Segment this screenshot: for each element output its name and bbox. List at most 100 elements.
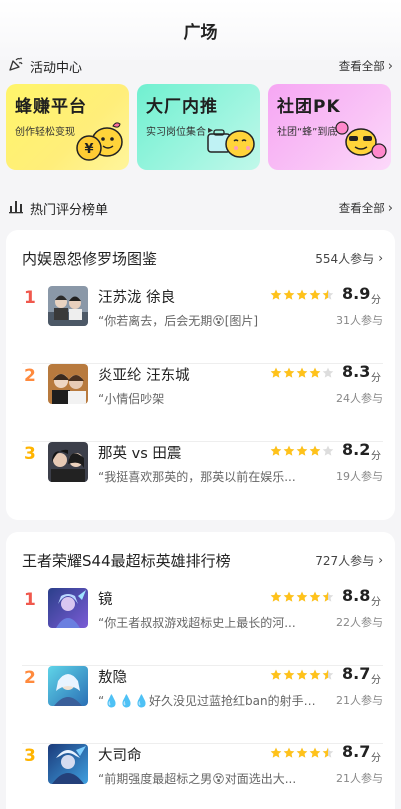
board-participants-link[interactable]: 727人参与 › [315, 552, 383, 569]
item-participants: 22人参与 [336, 616, 383, 629]
star-icon [270, 747, 282, 758]
star-icon [322, 591, 334, 602]
item-participants: 21人参与 [336, 772, 383, 785]
bee-coin-mascot-icon: ¥ [73, 120, 125, 166]
list-item[interactable]: 1 镜 “你王者叔叔游戏超标史上最长的河... 8.8 分 22人参与 [22, 586, 383, 666]
item-top-comment: “前期强度最超标之男😵对面选出大... [98, 772, 297, 786]
activity-card-referral[interactable]: 大厂内推 实习岗位集合 ▸ [137, 84, 260, 170]
board-title: 王者荣耀S44最超标英雄排行榜 [22, 551, 231, 570]
page-title: 广场 [183, 22, 218, 43]
list-item[interactable]: 2 敖隐 “💧💧💧好久没见过蓝抢红ban的射手了... 8.7 分 21人参与 [22, 664, 383, 744]
list-item[interactable]: 1 汪苏泷 徐良 “你若离去，后会无期😵[图片] 8.9 分 31人参与 [22, 284, 383, 364]
star-icon [309, 289, 321, 300]
star-icon [283, 591, 295, 602]
star-icon [270, 367, 282, 378]
rating-stars [270, 289, 334, 301]
item-top-comment: “你王者叔叔游戏超标史上最长的河... [98, 616, 296, 630]
item-name: 炎亚纶 汪东城 [98, 368, 190, 384]
star-icon [283, 747, 295, 758]
ranking-board-1[interactable]: 内娱恩怨修罗场图鉴 554人参与 › 1 汪苏泷 徐良 “你若离去，后会无期😵[… [6, 230, 395, 520]
ranking-view-all-label: 查看全部 [338, 201, 385, 215]
board-header: 王者荣耀S44最超标英雄排行榜 727人参与 › [22, 532, 383, 588]
star-icon [296, 289, 308, 300]
score-unit: 分 [371, 675, 381, 686]
list-item[interactable]: 3 那英 vs 田震 “我挺喜欢那英的，那英以前在娱乐... 8.2 分 19人… [22, 440, 383, 520]
rating-stars [270, 669, 334, 681]
activity-section-header: 活动中心 查看全部 › [0, 56, 401, 76]
item-name: 敖隐 [98, 670, 127, 686]
star-icon [322, 445, 334, 456]
svg-text:¥: ¥ [84, 142, 93, 157]
item-score: 8.8 [342, 586, 371, 605]
star-icon [309, 669, 321, 680]
star-icon [283, 289, 295, 300]
activity-card-club-pk[interactable]: 社团PK 社团“蜂”到底 ▸ [268, 84, 391, 170]
star-icon [322, 289, 334, 300]
chevron-right-icon: › [387, 58, 393, 74]
star-icon [270, 669, 282, 680]
ranking-view-all-link[interactable]: 查看全部 › [339, 200, 393, 216]
rating-stars [270, 445, 334, 457]
score-unit: 分 [371, 451, 381, 462]
party-popper-icon [8, 56, 24, 76]
star-icon [283, 367, 295, 378]
score-unit: 分 [371, 597, 381, 608]
bar-chart-icon [8, 198, 24, 218]
rating-stars [270, 591, 334, 603]
activity-card-title: 蜂赚平台 [15, 97, 87, 117]
item-participants: 24人参与 [336, 392, 383, 405]
page-header: 广场 [0, 0, 401, 60]
rank-number: 3 [24, 746, 36, 766]
star-icon [296, 669, 308, 680]
ranking-section-header: 热门评分榜单 查看全部 › [0, 198, 401, 218]
score-unit: 分 [371, 295, 381, 306]
rating-stars [270, 367, 334, 379]
activity-view-all-label: 查看全部 [338, 59, 385, 73]
star-icon [283, 445, 295, 456]
score-unit: 分 [371, 753, 381, 764]
item-score: 8.3 [342, 362, 371, 381]
star-icon [296, 367, 308, 378]
activity-card-fengzhuan[interactable]: 蜂赚平台 创作轻松变现 ¥ [6, 84, 129, 170]
star-icon [322, 669, 334, 680]
item-score: 8.7 [342, 664, 371, 683]
chevron-right-icon: › [378, 251, 383, 265]
rank-number: 3 [24, 444, 36, 464]
rank-number: 1 [24, 590, 36, 610]
avatar [48, 744, 88, 784]
item-top-comment: “你若离去，后会无期😵[图片] [98, 314, 259, 328]
rating-stars [270, 747, 334, 759]
ranking-board-2[interactable]: 王者荣耀S44最超标英雄排行榜 727人参与 › 1 镜 “你王者叔叔游戏超标史… [6, 532, 395, 809]
list-item[interactable]: 2 炎亚纶 汪东城 “小情侣吵架 8.3 分 24人参与 [22, 362, 383, 442]
item-name: 镜 [98, 592, 113, 608]
chevron-right-icon: › [378, 553, 383, 567]
board-participants-link[interactable]: 554人参与 › [315, 250, 383, 267]
avatar [48, 442, 88, 482]
activity-cards: 蜂赚平台 创作轻松变现 ¥ 大厂内推 实习岗位集合 ▸ 社团PK 社团“蜂”到底 [0, 84, 401, 170]
avatar [48, 364, 88, 404]
star-icon [283, 669, 295, 680]
bee-briefcase-mascot-icon [204, 120, 256, 166]
item-name: 汪苏泷 徐良 [98, 290, 176, 306]
star-icon [309, 367, 321, 378]
star-icon [270, 591, 282, 602]
star-icon [296, 747, 308, 758]
ranking-section-title: 热门评分榜单 [30, 202, 109, 218]
item-participants: 31人参与 [336, 314, 383, 327]
activity-view-all-link[interactable]: 查看全部 › [339, 58, 393, 74]
star-icon [322, 367, 334, 378]
item-name: 大司命 [98, 748, 142, 764]
activity-card-title: 大厂内推 [146, 97, 218, 117]
board-title: 内娱恩怨修罗场图鉴 [22, 249, 158, 268]
star-icon [322, 747, 334, 758]
rank-number: 1 [24, 288, 36, 308]
list-item[interactable]: 3 大司命 “前期强度最超标之男😵对面选出大... 8.7 分 21人参与 [22, 742, 383, 809]
item-score: 8.7 [342, 742, 371, 761]
star-icon [309, 591, 321, 602]
item-top-comment: “我挺喜欢那英的，那英以前在娱乐... [98, 470, 296, 484]
chevron-right-icon: › [387, 200, 393, 216]
star-icon [309, 747, 321, 758]
star-icon [270, 289, 282, 300]
avatar [48, 588, 88, 628]
avatar [48, 286, 88, 326]
